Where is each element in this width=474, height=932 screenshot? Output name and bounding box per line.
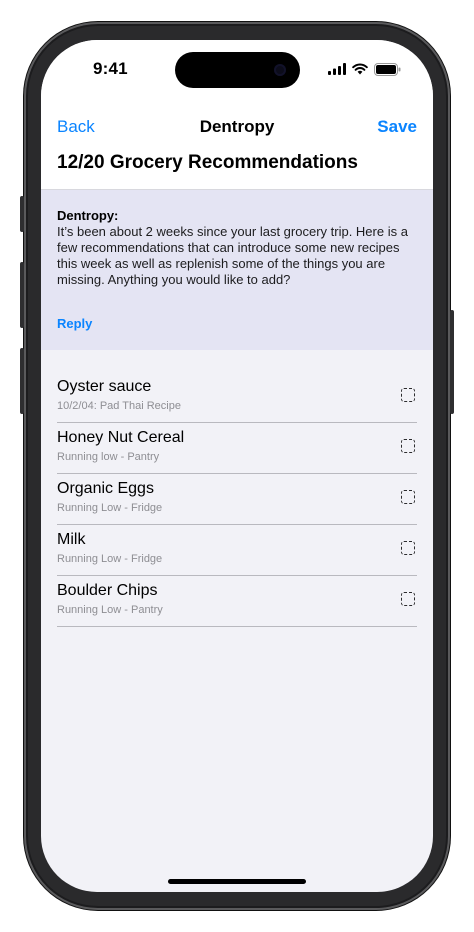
cellular-signal-icon (328, 63, 346, 75)
camera-icon (274, 64, 286, 76)
item-name: Honey Nut Cereal (57, 429, 185, 446)
status-time: 9:41 (93, 59, 128, 78)
message-sender: Dentropy: (57, 208, 119, 223)
message-body: It’s been about 2 weeks since your last … (57, 224, 408, 287)
checkbox[interactable] (401, 541, 415, 555)
list-item[interactable]: Organic Eggs Running Low - Fridge (57, 474, 417, 525)
item-name: Milk (57, 531, 86, 548)
save-button[interactable]: Save (377, 117, 417, 137)
item-note: Running Low - Pantry (57, 604, 163, 616)
reply-button[interactable]: Reply (57, 316, 92, 331)
assistant-message: Dentropy: It’s been about 2 weeks since … (41, 190, 433, 350)
checkbox[interactable] (401, 439, 415, 453)
item-note: Running Low - Fridge (57, 553, 163, 565)
power-button (450, 310, 454, 414)
list-item[interactable]: Milk Running Low - Fridge (57, 525, 417, 576)
action-button (20, 196, 24, 232)
status-icons (328, 62, 401, 76)
volume-up-button (20, 262, 24, 328)
checkbox[interactable] (401, 592, 415, 606)
page-header: 12/20 Grocery Recommendations (41, 150, 433, 190)
item-name: Boulder Chips (57, 582, 158, 599)
page-title: 12/20 Grocery Recommendations (57, 152, 358, 173)
volume-down-button (20, 348, 24, 414)
navigation-bar: Back Dentropy Save (41, 100, 433, 150)
checkbox[interactable] (401, 388, 415, 402)
item-note: Running low - Pantry (57, 451, 160, 463)
item-name: Organic Eggs (57, 480, 154, 497)
item-note: Running Low - Fridge (57, 502, 163, 514)
item-name: Oyster sauce (57, 378, 152, 395)
list-item[interactable]: Honey Nut Cereal Running low - Pantry (57, 423, 417, 474)
grocery-list: Oyster sauce 10/2/04: Pad Thai Recipe Ho… (57, 372, 417, 627)
checkbox[interactable] (401, 490, 415, 504)
status-bar: 9:41 (41, 40, 433, 100)
nav-title: Dentropy (199, 117, 275, 136)
dynamic-island (175, 52, 300, 88)
battery-icon (374, 62, 401, 76)
list-item[interactable]: Boulder Chips Running Low - Pantry (57, 576, 417, 627)
list-item[interactable]: Oyster sauce 10/2/04: Pad Thai Recipe (57, 372, 417, 423)
screen: 9:41 Back Dentropy Save 12/20 Grocery Re… (41, 40, 433, 892)
wifi-icon (352, 63, 368, 75)
home-indicator[interactable] (168, 879, 306, 884)
item-note: 10/2/04: Pad Thai Recipe (57, 400, 181, 412)
